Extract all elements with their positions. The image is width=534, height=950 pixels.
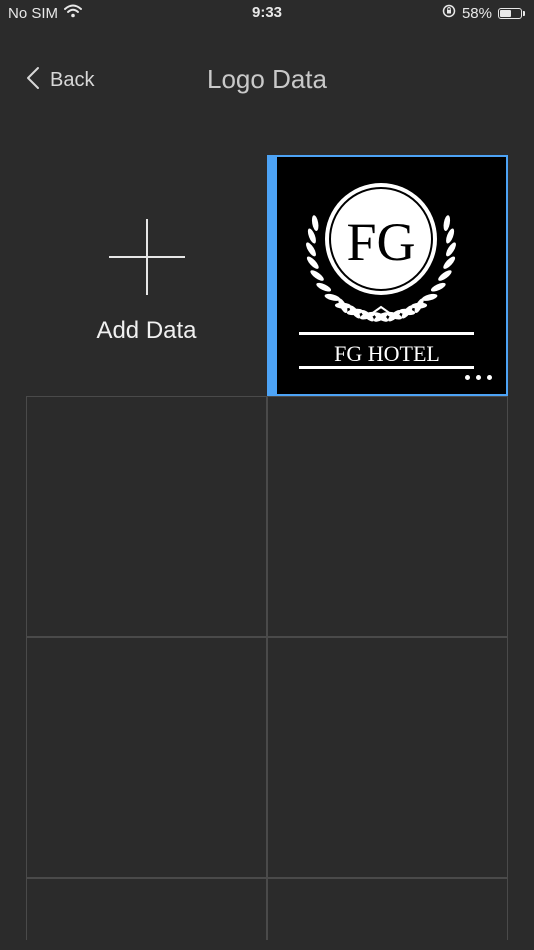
empty-slot	[267, 878, 508, 940]
logo-item[interactable]: FG FG HOTEL	[267, 155, 508, 396]
battery-icon	[498, 7, 525, 19]
empty-slot	[26, 878, 267, 940]
nav-bar: Back Logo Data	[0, 50, 534, 110]
logo-name: FG HOTEL	[334, 341, 440, 366]
add-data-button[interactable]: Add Data	[26, 155, 267, 396]
status-bar: No SIM 9:33 58%	[0, 0, 534, 30]
page-title: Logo Data	[207, 64, 327, 94]
battery-percent: 58%	[461, 4, 492, 22]
empty-slot	[267, 396, 508, 637]
orientation-lock-icon	[442, 4, 456, 22]
more-options-icon[interactable]	[465, 375, 492, 380]
add-data-label: Add Data	[96, 317, 197, 344]
empty-slot	[26, 637, 267, 878]
plus-icon	[108, 219, 185, 295]
empty-slot	[26, 396, 267, 637]
status-right: 58%	[442, 4, 525, 22]
empty-slot	[267, 637, 508, 878]
logo-grid: Add Data FG FG HOTEL	[26, 155, 508, 940]
logo-image: FG FG HOTEL	[299, 183, 474, 369]
selection-accent	[269, 157, 277, 394]
logo-initials: FG	[346, 212, 415, 272]
